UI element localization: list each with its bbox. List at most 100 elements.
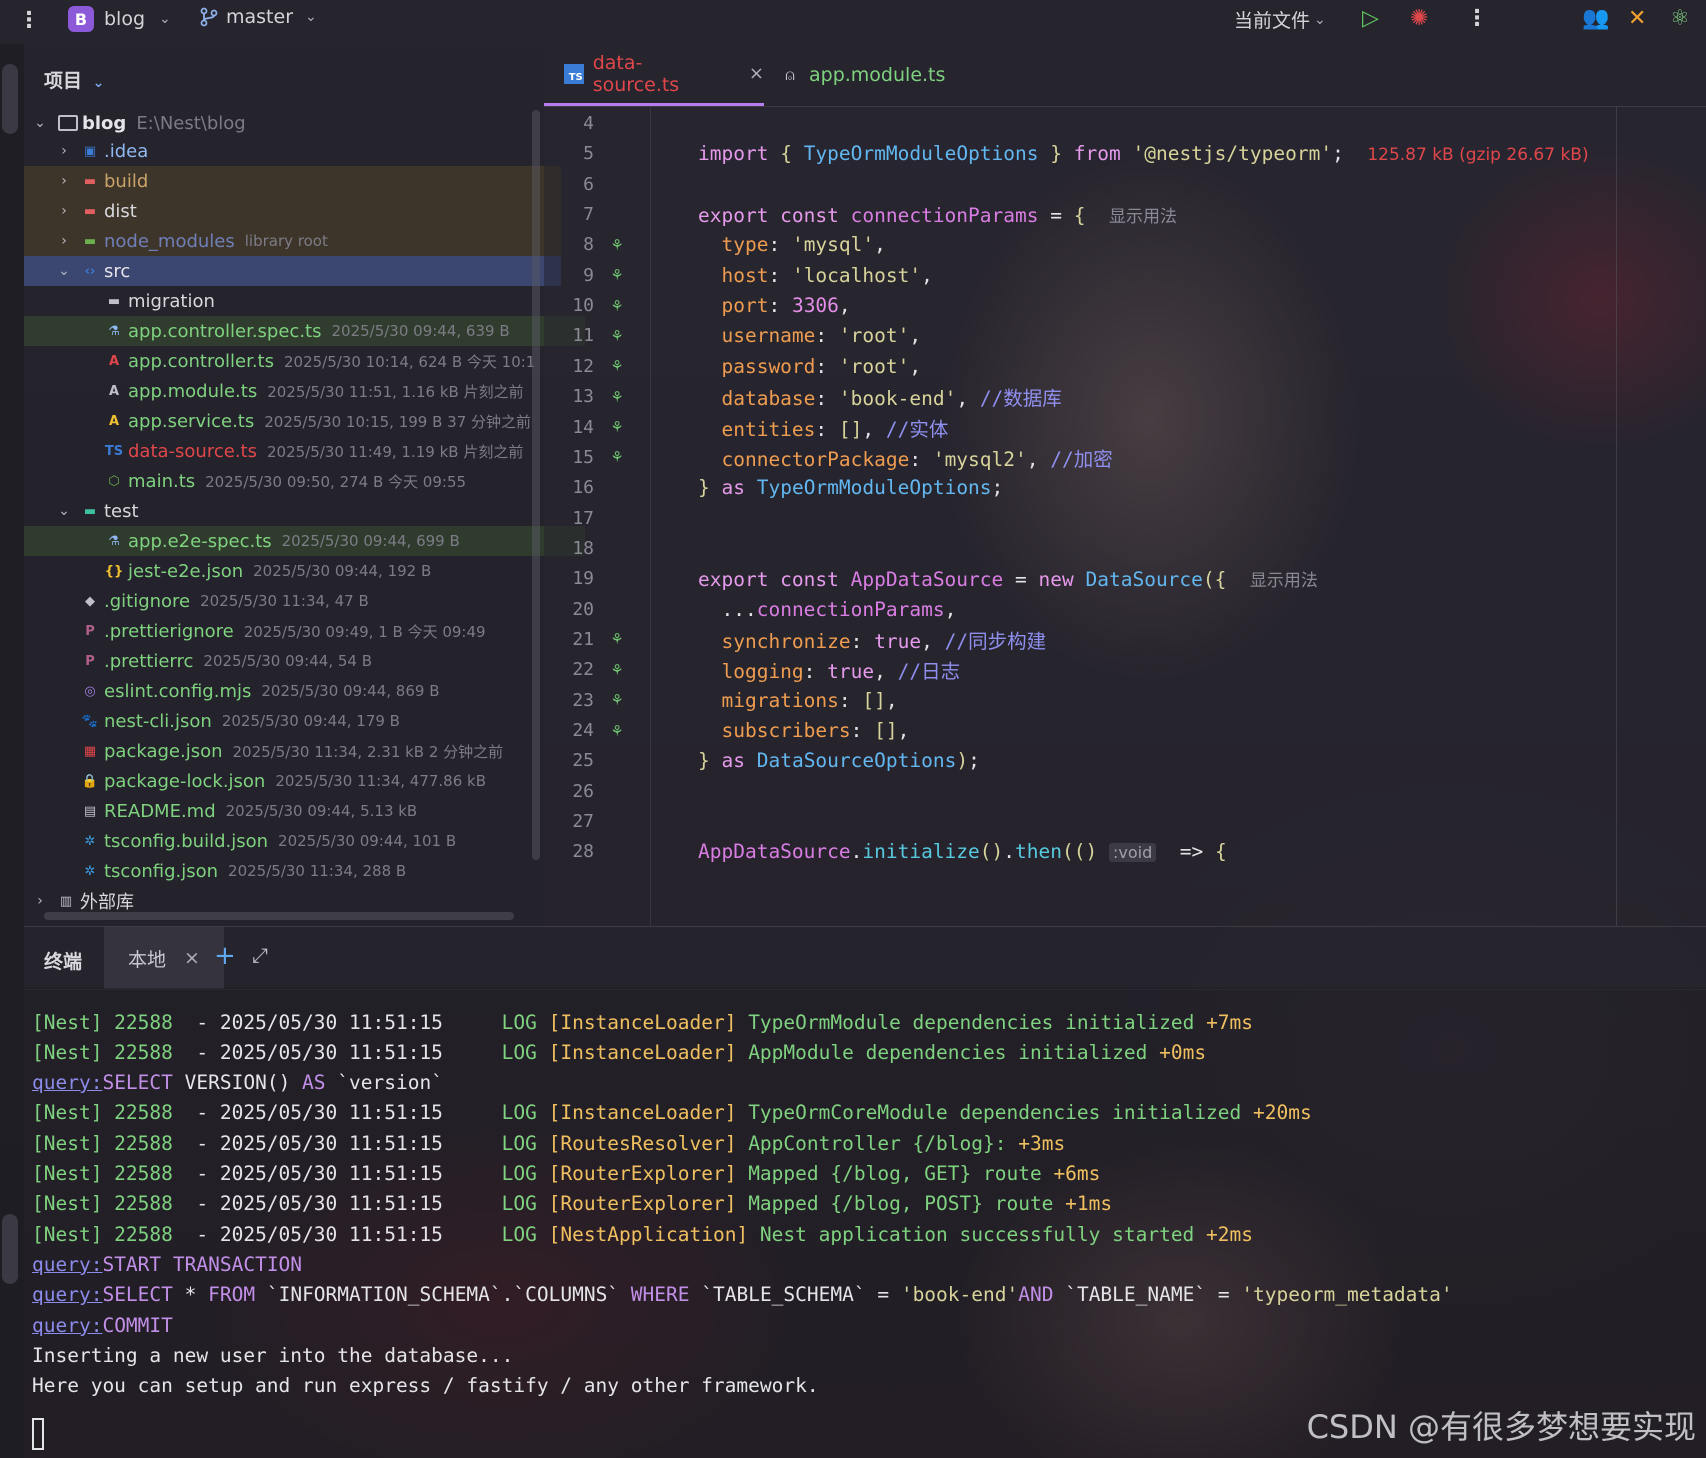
chevron-right-icon[interactable]: ›	[56, 173, 72, 189]
code-line[interactable]: 6	[544, 168, 1706, 201]
line-number[interactable]: 16	[544, 477, 594, 498]
tree-item-package-lock[interactable]: 🔒 package-lock.json 2025/5/30 11:34, 477.8…	[24, 766, 561, 796]
tree-item-readme[interactable]: ▤ README.md 2025/5/30 09:44, 5.13 kB	[24, 796, 561, 826]
tree-item-node-modules[interactable]: › ▬ node_modules library root	[24, 226, 561, 256]
run-config-selector[interactable]: 当前文件 ⌄	[1234, 6, 1326, 33]
tab-data-source[interactable]: TS data-source.ts ×	[544, 44, 764, 106]
more-icon[interactable]: ⋮	[1466, 6, 1488, 31]
field-marker-icon[interactable]: ⚘	[594, 721, 640, 741]
code-line[interactable]: 5 import { TypeOrmModuleOptions } from '@…	[544, 137, 1706, 170]
query-label[interactable]: query:	[32, 1071, 102, 1094]
tree-item-package-json[interactable]: ▦ package.json 2025/5/30 11:34, 2.31 kB 2 …	[24, 736, 561, 766]
scroll-knob[interactable]	[2, 1214, 18, 1284]
field-marker-icon[interactable]: ⚘	[594, 326, 640, 346]
tree-item-prettierignore[interactable]: P .prettierignore 2025/5/30 09:49, 1 B 今天 …	[24, 616, 561, 646]
line-number[interactable]: 4	[544, 113, 594, 134]
tree-item-tsconfig-build[interactable]: ✲ tsconfig.build.json 2025/5/30 09:44, 101…	[24, 826, 561, 856]
tree-item-tsconfig[interactable]: ✲ tsconfig.json 2025/5/30 11:34, 288 B	[24, 856, 561, 886]
chevron-right-icon[interactable]: ›	[56, 143, 72, 159]
code-line[interactable]: 26	[544, 775, 1706, 808]
build-tools-icon[interactable]: ✕	[1628, 6, 1646, 31]
tree-item-data-source[interactable]: TS data-source.ts 2025/5/30 11:49, 1.19 kB…	[24, 436, 585, 466]
code-line[interactable]: 10 ⚘ port: 3306,	[544, 289, 1706, 322]
usage-hint[interactable]: 显示用法	[1109, 207, 1177, 227]
tree-item-test[interactable]: ⌄ ▬ test	[24, 496, 561, 526]
line-number[interactable]: 21	[544, 629, 594, 650]
tree-item-app-controller[interactable]: Aapp.controller.ts 2025/5/30 10:14, 624 B…	[24, 346, 585, 376]
code-line[interactable]: 20 ...connectionParams,	[544, 593, 1706, 626]
tab-app-module[interactable]: ⍝ app.module.ts	[780, 44, 945, 106]
code-line[interactable]: 17	[544, 502, 1706, 535]
tree-item-main[interactable]: ⬡ main.ts 2025/5/30 09:50, 274 B 今天 09:55	[24, 466, 585, 496]
close-icon[interactable]: ×	[184, 947, 200, 969]
users-icon[interactable]: 👥	[1582, 6, 1609, 31]
line-number[interactable]: 7	[544, 204, 594, 225]
line-number[interactable]: 20	[544, 599, 594, 620]
code-line[interactable]: 23 ⚘ migrations: [],	[544, 684, 1706, 717]
tree-item-gitignore[interactable]: ◆ .gitignore 2025/5/30 11:34, 47 B	[24, 586, 561, 616]
debug-icon[interactable]: ✺	[1410, 6, 1428, 31]
line-number[interactable]: 19	[544, 568, 594, 589]
tree-item-jest-e2e[interactable]: {} jest-e2e.json 2025/5/30 09:44, 192 B	[24, 556, 585, 586]
code-editor[interactable]: 4 5 import { TypeOrmModuleOptions } from '…	[544, 107, 1706, 926]
project-panel-header[interactable]: 项目 ⌄	[44, 66, 104, 93]
code-line[interactable]: 25} as DataSourceOptions);	[544, 744, 1706, 777]
code-line[interactable]: 19 export const AppDataSource = new DataS…	[544, 562, 1706, 595]
chevron-right-icon[interactable]: ›	[56, 233, 72, 249]
code-line[interactable]: 7 export const connectionParams = { 显示用法	[544, 198, 1706, 231]
branch-switcher[interactable]: master ⌄	[200, 6, 317, 28]
field-marker-icon[interactable]: ⚘	[594, 660, 640, 680]
expand-icon[interactable]: ⤢	[252, 943, 268, 967]
code-line[interactable]: 18	[544, 532, 1706, 565]
tree-item-app-service[interactable]: Aapp.service.ts 2025/5/30 10:15, 199 B 37…	[24, 406, 585, 436]
code-line[interactable]: 14 ⚘ entities: [], //实体	[544, 411, 1706, 444]
line-number[interactable]: 6	[544, 174, 594, 195]
add-icon[interactable]: +	[214, 941, 236, 971]
project-switcher[interactable]: B blog ⌄	[68, 6, 171, 32]
tree-item-nest-cli[interactable]: 🐾 nest-cli.json 2025/5/30 09:44, 179 B	[24, 706, 561, 736]
main-menu-icon[interactable]: ⋮	[18, 8, 40, 33]
field-marker-icon[interactable]: ⚘	[594, 356, 640, 376]
tree-item-app-e2e-spec[interactable]: ⚗ app.e2e-spec.ts 2025/5/30 09:44, 699 B	[24, 526, 585, 556]
field-marker-icon[interactable]: ⚘	[594, 447, 640, 467]
tree-item-migration[interactable]: ▬ migration	[24, 286, 585, 316]
line-number[interactable]: 18	[544, 538, 594, 559]
code-line[interactable]: 13 ⚘ database: 'book-end', //数据库	[544, 380, 1706, 413]
line-number[interactable]: 25	[544, 750, 594, 771]
code-line[interactable]: 28 AppDataSource.initialize().then(() :vo…	[544, 835, 1706, 868]
line-number[interactable]: 8	[544, 234, 594, 255]
chevron-right-icon[interactable]: ›	[56, 203, 72, 219]
field-marker-icon[interactable]: ⚘	[594, 265, 640, 285]
scroll-knob[interactable]	[2, 64, 18, 134]
line-number[interactable]: 23	[544, 690, 594, 711]
tree-item-build[interactable]: › ▬ build	[24, 166, 561, 196]
code-line[interactable]: 12 ⚘ password: 'root',	[544, 350, 1706, 383]
line-number[interactable]: 10	[544, 295, 594, 316]
tree-item-app-controller-spec[interactable]: ⚗ app.controller.spec.ts 2025/5/30 09:44, …	[24, 316, 585, 346]
line-number[interactable]: 22	[544, 659, 594, 680]
line-number[interactable]: 5	[544, 143, 594, 164]
tree-root[interactable]: ⌄ blog E:\Nest\blog	[24, 108, 537, 138]
code-line[interactable]: 15 ⚘ connectorPackage: 'mysql2', //加密	[544, 441, 1706, 474]
field-marker-icon[interactable]: ⚘	[594, 417, 640, 437]
code-line[interactable]: 27	[544, 805, 1706, 838]
tree-item-src[interactable]: ⌄ ‹› src	[24, 256, 561, 286]
code-line[interactable]: 16} as TypeOrmModuleOptions;	[544, 471, 1706, 504]
code-line[interactable]: 9 ⚘ host: 'localhost',	[544, 259, 1706, 292]
query-label[interactable]: query:	[32, 1314, 102, 1337]
query-label[interactable]: query:	[32, 1253, 102, 1276]
line-number[interactable]: 28	[544, 841, 594, 862]
line-number[interactable]: 17	[544, 508, 594, 529]
code-line[interactable]: 8 ⚘ type: 'mysql',	[544, 228, 1706, 261]
chevron-down-icon[interactable]: ⌄	[56, 263, 72, 279]
field-marker-icon[interactable]: ⚘	[594, 387, 640, 407]
tree-hscrollbar[interactable]	[44, 912, 514, 920]
usage-hint[interactable]: 显示用法	[1250, 571, 1318, 591]
tree-item-prettierrc[interactable]: P .prettierrc 2025/5/30 09:44, 54 B	[24, 646, 561, 676]
code-line[interactable]: 4	[544, 107, 1706, 140]
line-number[interactable]: 15	[544, 447, 594, 468]
field-marker-icon[interactable]: ⚘	[594, 296, 640, 316]
terminal-tab-local[interactable]: 本地 ×	[104, 927, 224, 989]
field-marker-icon[interactable]: ⚘	[594, 629, 640, 649]
code-line[interactable]: 22 ⚘ logging: true, //日志	[544, 653, 1706, 686]
